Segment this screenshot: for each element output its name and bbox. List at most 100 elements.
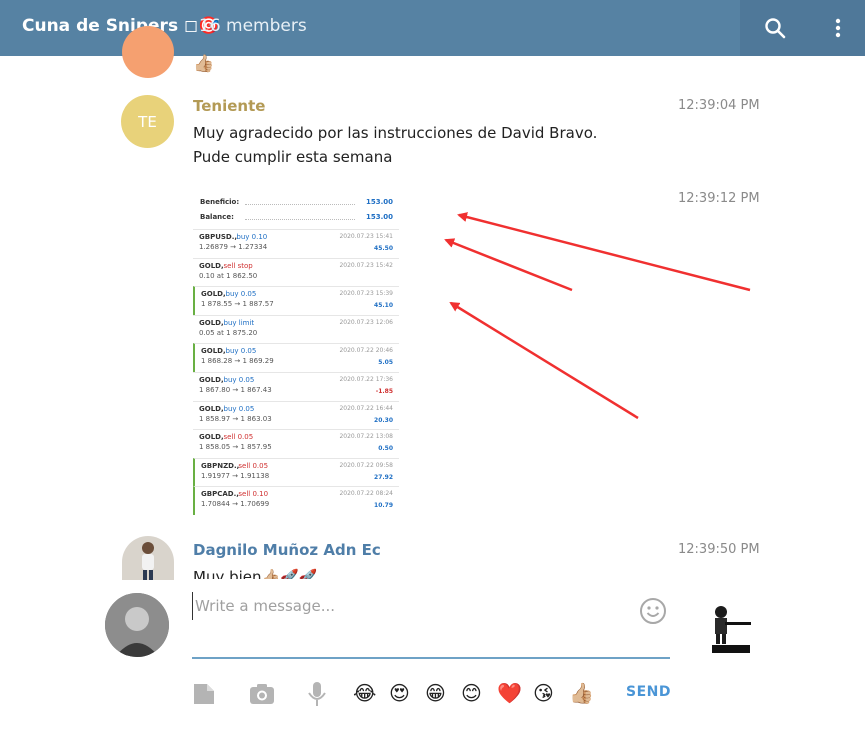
quick-emoji[interactable]: 😘	[533, 681, 554, 705]
trade-date: 2020.07.22 16:44	[339, 404, 393, 412]
quick-emoji[interactable]: 😁	[425, 681, 446, 705]
composer-divider	[192, 657, 670, 659]
beneficio-label: Beneficio:	[200, 198, 240, 206]
message-input[interactable]	[192, 592, 622, 620]
sniper-sticker-icon[interactable]	[707, 604, 753, 660]
trade-profit: 20.30	[374, 416, 393, 424]
message-text: Pude cumplir esta semana	[193, 148, 393, 166]
quick-emoji[interactable]: 😊	[461, 681, 482, 705]
trade-profit: 5.05	[378, 359, 393, 367]
trade-date: 2020.07.22 17:36	[339, 376, 393, 383]
message-time: 12:39:04 PM	[678, 98, 760, 113]
trade-date: 2020.07.22 09:58	[339, 461, 393, 469]
member-count[interactable]: 16 members	[199, 16, 307, 36]
sender-name[interactable]: Teniente	[193, 97, 265, 115]
camera-icon[interactable]	[249, 683, 275, 709]
trade-detail: 1 867.80 → 1 867.43	[199, 386, 272, 394]
beneficio-value: 153.00	[365, 198, 393, 206]
search-icon[interactable]	[763, 16, 787, 40]
trade-date: 2020.07.22 20:46	[339, 347, 393, 355]
trade-side: buy 0.10	[236, 233, 268, 241]
trade-symbol: GBPNZD.,	[201, 461, 240, 470]
trade-date: 2020.07.23 15:41	[339, 233, 393, 240]
trade-side: buy 0.05	[223, 404, 255, 413]
trade-symbol: GOLD,	[201, 290, 226, 299]
message-text: Muy agradecido por las instrucciones de …	[193, 124, 598, 142]
trade-date: 2020.07.23 15:42	[339, 261, 393, 269]
trade-row: GOLD, sell stop 0.10 at 1 862.50 2020.07.23…	[193, 257, 399, 287]
sender-name[interactable]: Dagnilo Muñoz Adn Ec	[193, 541, 381, 559]
trade-detail: 1 868.28 → 1 869.29	[201, 357, 274, 366]
avatar[interactable]: TE	[121, 95, 174, 148]
trade-symbol: GOLD,	[199, 261, 224, 270]
dotted-leader	[245, 219, 355, 220]
balance-value: 153.00	[365, 213, 393, 221]
chat-title[interactable]: Cuna de Snipers ◻🎯	[22, 16, 219, 36]
trade-date: 2020.07.22 08:24	[339, 490, 393, 498]
trade-row: GOLD, buy limit 0.05 at 1 875.20 2020.07.23…	[193, 314, 399, 344]
microphone-icon[interactable]	[307, 681, 327, 711]
trade-detail: 1.70844 → 1.70699	[201, 500, 270, 509]
attached-image[interactable]: Beneficio: 153.00 Balance: 153.00 GBPUSD…	[193, 188, 401, 516]
message-time: 12:39:50 PM	[678, 542, 760, 557]
message-text: Muy bien👍🏼🚀🚀	[193, 568, 318, 579]
send-button[interactable]: SEND	[626, 684, 671, 700]
trade-symbol: GBPUSD.,	[199, 233, 238, 241]
trade-profit: 45.10	[374, 302, 393, 310]
trade-row: GOLD, buy 0.05 1 867.80 → 1 867.43 2020.07.…	[193, 372, 399, 401]
trade-profit: 0.50	[378, 445, 393, 453]
trade-row: GOLD, buy 0.05 1 878.55 → 1 887.57 2020.07.…	[193, 286, 399, 316]
trade-side: buy 0.05	[223, 376, 255, 384]
annotation-arrow	[449, 301, 639, 420]
annotation-arrow	[457, 212, 751, 292]
trade-symbol: GOLD,	[199, 318, 224, 327]
trade-symbol: GBPCAD.,	[201, 490, 239, 499]
trade-symbol: GOLD,	[199, 376, 224, 384]
trade-side: buy 0.05	[225, 290, 257, 299]
trade-date: 2020.07.23 15:39	[339, 290, 393, 298]
trade-row: GOLD, sell 0.05 1 858.05 → 1 857.95 2020.07…	[193, 429, 399, 458]
my-avatar[interactable]	[105, 593, 169, 657]
trade-symbol: GOLD,	[199, 433, 224, 442]
trade-symbol: GOLD,	[199, 404, 224, 413]
trade-date: 2020.07.22 13:08	[339, 433, 393, 441]
quick-emoji[interactable]: 😍	[389, 681, 410, 705]
trade-side: buy 0.05	[225, 347, 257, 356]
trade-date: 2020.07.23 12:06	[339, 318, 393, 326]
trade-side: sell 0.10	[238, 490, 269, 499]
trade-profit: 27.92	[374, 473, 393, 481]
trade-row: GBPUSD., buy 0.10 1.26879 → 1.27334 2020.07…	[193, 229, 399, 258]
dotted-leader	[245, 204, 355, 205]
avatar-initials: TE	[138, 112, 157, 131]
trade-detail: 1.26879 → 1.27334	[199, 243, 268, 251]
quick-emoji[interactable]: ❤️	[497, 681, 522, 705]
message-text: 👍🏼	[193, 54, 215, 74]
trade-profit: 10.79	[374, 502, 393, 510]
trade-detail: 0.10 at 1 862.50	[199, 271, 258, 280]
quick-emoji[interactable]: 👍🏼	[569, 681, 594, 705]
trade-row: GOLD, buy 0.05 1 858.97 → 1 863.03 2020.07.…	[193, 400, 399, 430]
trade-detail: 1 878.55 → 1 887.57	[201, 300, 274, 309]
annotation-arrow	[444, 238, 573, 292]
balance-label: Balance:	[200, 213, 234, 221]
trade-symbol: GOLD,	[201, 347, 226, 356]
trade-side: sell 0.05	[238, 461, 269, 470]
trade-detail: 1 858.05 → 1 857.95	[199, 443, 272, 452]
trade-row: GBPNZD., sell 0.05 1.91977 → 1.91138 2020.0…	[193, 457, 399, 487]
trade-row: GBPCAD., sell 0.10 1.70844 → 1.70699 2020.0…	[193, 486, 399, 516]
avatar[interactable]	[122, 536, 174, 580]
more-vertical-icon[interactable]	[826, 16, 850, 40]
quick-emoji[interactable]: 😂	[353, 681, 376, 705]
trade-row: GOLD, buy 0.05 1 868.28 → 1 869.29 2020.07.…	[193, 343, 399, 373]
person-photo-icon	[142, 542, 154, 580]
trade-detail: 1.91977 → 1.91138	[201, 471, 270, 480]
message-clip: Muy bien👍🏼🚀🚀	[193, 562, 593, 579]
trade-side: buy limit	[223, 318, 255, 327]
trade-profit: 45.50	[374, 245, 393, 252]
smiley-icon[interactable]	[639, 597, 667, 629]
avatar[interactable]	[122, 26, 174, 78]
trade-detail: 1 858.97 → 1 863.03	[199, 414, 272, 423]
person-photo-icon	[105, 593, 169, 657]
trade-side: sell 0.05	[223, 433, 254, 442]
file-icon[interactable]	[192, 682, 216, 710]
